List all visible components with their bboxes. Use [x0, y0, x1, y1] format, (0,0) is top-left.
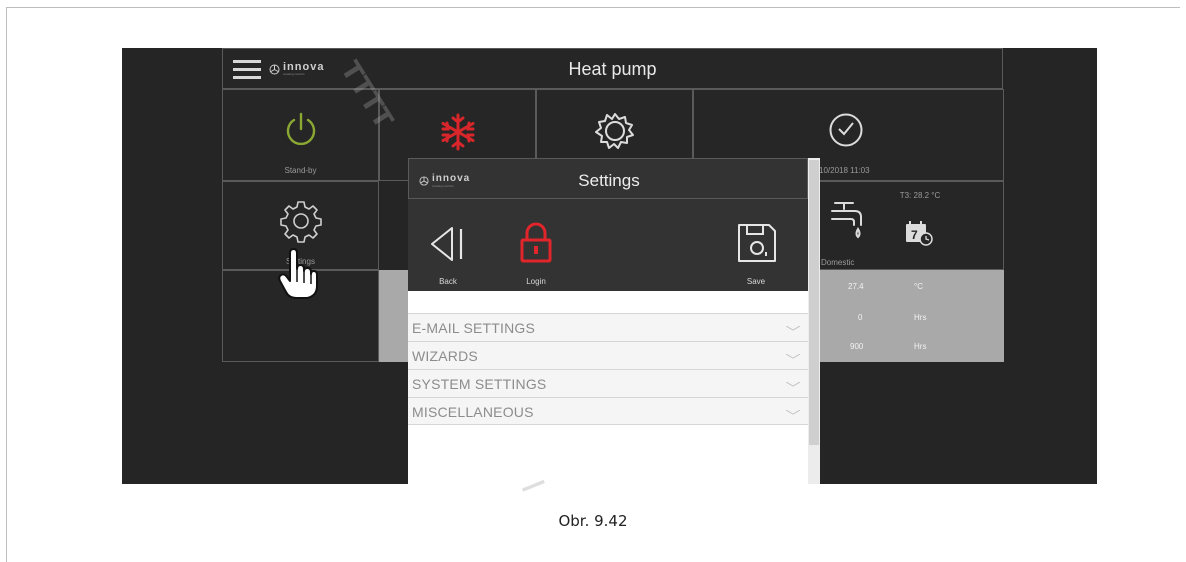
snowflake-icon — [441, 113, 475, 151]
chevron-down-icon — [786, 326, 800, 331]
accordion-label: E-MAIL SETTINGS — [412, 320, 536, 336]
save-label: Save — [746, 277, 766, 286]
data-unit: °C — [914, 282, 923, 291]
accordion-label: MISCELLANEOUS — [412, 404, 534, 420]
modal-header: innova creating comfort Settings — [408, 158, 808, 199]
standby-label: Stand-by — [284, 166, 317, 175]
lock-icon — [520, 222, 552, 263]
chevron-down-icon — [786, 354, 800, 359]
data-unit: Hrs — [914, 342, 927, 351]
tile-domestic[interactable]: T3: 28.2 °C 7 Domestic — [814, 181, 1004, 270]
figure-caption: Obr. 9.42 — [558, 512, 628, 530]
scrollbar-thumb[interactable] — [809, 160, 819, 445]
modal-toolbar: Back Login Save — [408, 199, 808, 291]
save-button[interactable]: Save — [726, 199, 786, 291]
save-disk-icon — [738, 224, 776, 262]
accordion-wizards[interactable]: WIZARDS — [408, 341, 808, 369]
hand-pointer-icon — [278, 248, 318, 299]
back-button[interactable]: Back — [422, 199, 482, 291]
accordion-label: WIZARDS — [412, 348, 478, 364]
back-label: Back — [439, 277, 457, 286]
frame-border-left — [6, 7, 7, 562]
datetime-label: 10/2018 11:03 — [819, 166, 870, 175]
clock-icon — [829, 113, 863, 147]
data-value: 900 — [850, 342, 864, 351]
domestic-label: Domestic — [821, 258, 855, 267]
frame-border-top — [6, 7, 1180, 8]
calendar-icon: 7 — [906, 221, 933, 246]
accordion-system-settings[interactable]: SYSTEM SETTINGS — [408, 369, 808, 397]
data-row: 27.4 °C — [814, 282, 1004, 302]
back-icon — [431, 227, 463, 261]
settings-modal: innova creating comfort Settings Back Lo… — [408, 158, 808, 484]
modal-title: Settings — [578, 171, 640, 190]
calendar-day: 7 — [911, 228, 918, 242]
settings-gear-icon — [280, 201, 322, 243]
accordion-label: SYSTEM SETTINGS — [412, 376, 547, 392]
power-icon — [286, 112, 316, 146]
settings-accordion: E-MAIL SETTINGS WIZARDS SYSTEM SETTINGS … — [408, 313, 808, 425]
grey-strip — [379, 270, 409, 362]
accordion-email-settings[interactable]: E-MAIL SETTINGS — [408, 313, 808, 341]
data-panel: 27.4 °C 0 Hrs 900 Hrs — [814, 270, 1004, 362]
login-label: Login — [526, 277, 546, 286]
chevron-down-icon — [786, 382, 800, 387]
water-tap-icon — [831, 202, 862, 239]
login-button[interactable]: Login — [508, 199, 568, 291]
data-unit: Hrs — [914, 313, 927, 322]
t3-reading: T3: 28.2 °C — [899, 191, 941, 200]
data-value: 27.4 — [848, 282, 864, 291]
chevron-down-icon — [786, 410, 800, 415]
accordion-miscellaneous[interactable]: MISCELLANEOUS — [408, 397, 808, 425]
document-page: innova creating comfort Heat pump Stand-… — [0, 0, 1186, 562]
sun-gear-icon — [595, 113, 634, 149]
data-row: 900 Hrs — [814, 342, 1004, 362]
data-row: 0 Hrs — [814, 313, 1004, 333]
data-value: 0 — [858, 313, 863, 322]
hmi-screen: innova creating comfort Heat pump Stand-… — [122, 48, 1097, 484]
